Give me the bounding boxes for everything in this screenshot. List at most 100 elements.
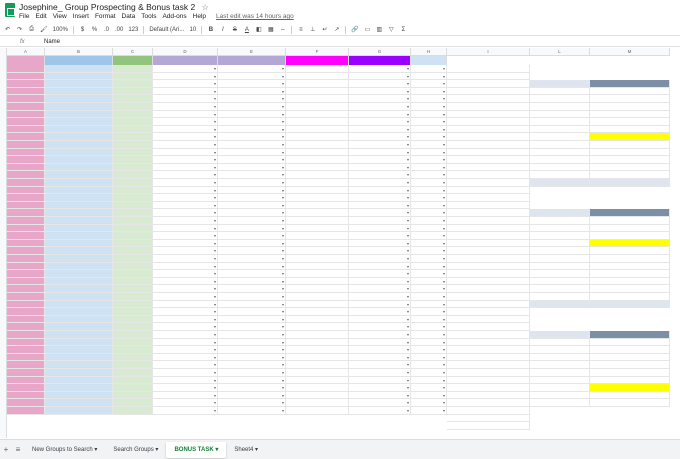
friend-request-date[interactable] [113,87,153,96]
pivot-row-label[interactable] [530,277,590,286]
friend-request-date[interactable] [113,391,153,400]
link-icon[interactable]: 🔗 [351,26,358,33]
interests-select[interactable] [411,376,447,385]
pleasure-point-select[interactable] [218,323,286,331]
empty-cell[interactable] [447,323,530,331]
pleasure-point-select[interactable] [218,186,286,195]
fb-profile-link[interactable] [45,201,113,210]
name-cell[interactable] [7,125,45,134]
menu-edit[interactable]: Edit [35,13,46,22]
interests-select[interactable] [411,391,447,400]
brand-cell[interactable] [286,399,349,407]
pivot-row-label[interactable] [530,262,590,271]
name-cell[interactable] [7,186,45,195]
empty-cell[interactable] [447,156,530,164]
pivot-row-label[interactable] [530,171,590,179]
fb-profile-link[interactable] [45,323,113,331]
brand-cell[interactable] [286,270,349,278]
friend-request-date[interactable] [113,209,153,217]
menu-help[interactable]: Help [193,13,206,22]
empty-cell[interactable] [447,361,530,369]
interests-select[interactable] [411,247,447,255]
pleasure-point-select[interactable] [218,87,286,96]
interests-select[interactable] [411,262,447,271]
empty-cell[interactable] [447,353,530,362]
fb-profile-link[interactable] [45,285,113,293]
empty-cell[interactable] [447,65,530,73]
pain-point-select[interactable] [153,80,218,88]
pivot-row-label[interactable] [530,361,590,369]
chart-icon[interactable]: ▥ [376,26,383,33]
pivot-row-count[interactable] [590,125,670,134]
name-cell[interactable] [7,270,45,278]
interests-select[interactable] [411,270,447,278]
advocacy-select[interactable] [349,209,411,217]
interests-select[interactable] [411,353,447,362]
friend-request-date[interactable] [113,315,153,324]
pivot-row-label[interactable] [530,87,590,96]
empty-cell[interactable] [447,293,530,301]
document-title[interactable]: Josephine_ Group Prospecting & Bonus tas… [19,2,209,12]
pleasure-point-select[interactable] [218,376,286,385]
interests-select[interactable] [411,201,447,210]
friend-request-date[interactable] [113,285,153,293]
tab-sheet4[interactable]: Sheet4 ▾ [226,442,266,458]
interests-select[interactable] [411,407,447,415]
menu-data[interactable]: Data [122,13,136,22]
interests-select[interactable] [411,72,447,81]
fb-profile-link[interactable] [45,391,113,400]
fb-profile-link[interactable] [45,209,113,217]
spreadsheet-grid[interactable]: ABCDEFGHILM [0,48,680,438]
pivot-row-label[interactable] [530,156,590,164]
name-cell[interactable] [7,262,45,271]
friend-request-date[interactable] [113,72,153,81]
pivot-row-count[interactable] [590,277,670,286]
name-cell[interactable] [7,179,45,187]
pleasure-point-select[interactable] [218,103,286,111]
friend-request-date[interactable] [113,118,153,126]
interests-select[interactable] [411,156,447,164]
pivot-row-label[interactable] [530,255,590,263]
brand-cell[interactable] [286,300,349,309]
menu-insert[interactable]: Insert [73,13,89,22]
pivot-row-count[interactable] [590,171,670,179]
pain-point-select[interactable] [153,331,218,339]
pleasure-point-select[interactable] [218,277,286,286]
pivot-row-label[interactable] [530,118,590,126]
pivot-row-count[interactable] [590,118,670,126]
name-cell[interactable] [7,141,45,149]
brand-cell[interactable] [286,331,349,339]
advocacy-select[interactable] [349,179,411,187]
brand-cell[interactable] [286,315,349,324]
font-select[interactable]: Default (Ari... [149,27,184,33]
menu-view[interactable]: View [53,13,67,22]
pleasure-point-select[interactable] [218,293,286,301]
interests-select[interactable] [411,171,447,179]
empty-cell[interactable] [447,87,530,96]
brand-cell[interactable] [286,338,349,347]
pain-point-select[interactable] [153,346,218,354]
empty-cell[interactable] [447,179,530,187]
interests-select[interactable] [411,95,447,103]
redo-icon[interactable]: ↷ [16,26,23,33]
interests-select[interactable] [411,331,447,339]
friend-request-date[interactable] [113,262,153,271]
empty-cell[interactable] [447,80,530,88]
pain-point-select[interactable] [153,262,218,271]
pain-point-select[interactable] [153,232,218,240]
pleasure-point-select[interactable] [218,125,286,134]
pleasure-point-select[interactable] [218,361,286,369]
interests-select[interactable] [411,163,447,172]
pain-point-select[interactable] [153,308,218,316]
comment-icon[interactable]: ▭ [364,26,371,33]
friend-request-date[interactable] [113,376,153,385]
empty-cell[interactable] [447,72,530,81]
advocacy-select[interactable] [349,293,411,301]
fb-profile-link[interactable] [45,369,113,377]
pain-point-select[interactable] [153,95,218,103]
friend-request-date[interactable] [113,156,153,164]
friend-request-date[interactable] [113,194,153,202]
pleasure-point-select[interactable] [218,232,286,240]
interests-select[interactable] [411,300,447,309]
brand-cell[interactable] [286,285,349,293]
